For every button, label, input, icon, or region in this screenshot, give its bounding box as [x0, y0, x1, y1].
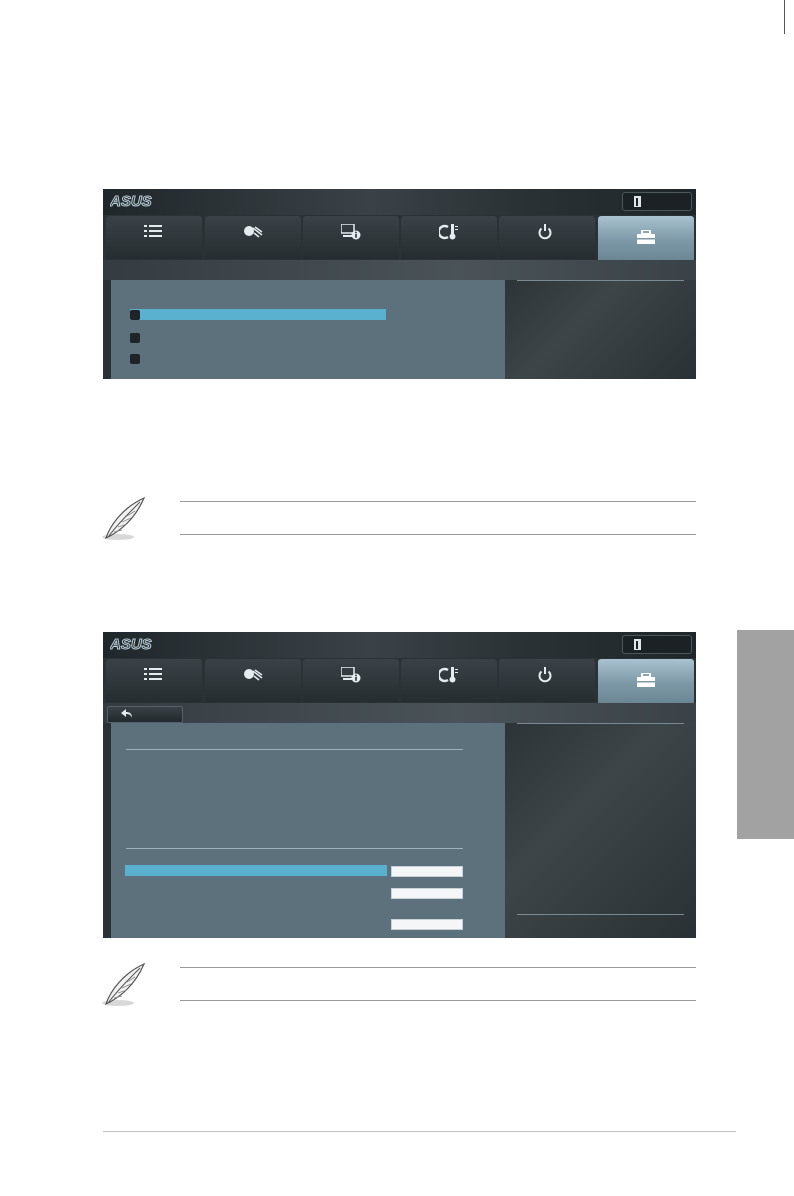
tab-boot[interactable]: [499, 659, 595, 702]
crop-mark: [784, 0, 785, 34]
bios-main-panel: [111, 280, 505, 379]
exit-button[interactable]: [622, 192, 692, 211]
exit-door-icon: [634, 196, 641, 207]
tab-tool[interactable]: [598, 216, 694, 261]
note-rule-bottom: [180, 534, 696, 535]
section-divider-1: [126, 749, 463, 750]
tab-main[interactable]: [106, 659, 202, 702]
tab-boot[interactable]: [499, 216, 595, 259]
asus-logo: ASUS: [110, 636, 152, 654]
list-icon: [144, 668, 162, 680]
tab-tool[interactable]: [598, 659, 694, 704]
quill-note-icon: [102, 496, 146, 540]
bios-sub-bar: [103, 703, 696, 723]
item-checkbox-3[interactable]: [130, 354, 140, 364]
power-icon: [538, 667, 552, 683]
system-info-icon: [341, 224, 361, 240]
bios-screenshot-1: ASUS: [103, 189, 696, 379]
chapter-side-tab: [737, 630, 794, 839]
help-divider: [517, 280, 684, 281]
selected-item-highlight[interactable]: [125, 865, 387, 876]
value-field-2[interactable]: [391, 888, 463, 899]
back-button[interactable]: [107, 706, 183, 723]
tab-monitor[interactable]: [401, 216, 497, 259]
section-divider-2: [126, 848, 463, 849]
footer-rule: [103, 1131, 736, 1132]
note-rule-top: [180, 501, 696, 502]
temperature-icon: [439, 667, 458, 683]
quill-note-icon: [102, 962, 146, 1006]
bios-main-panel: [111, 723, 505, 938]
help-divider-bottom: [517, 914, 684, 915]
cpu-icon: [244, 669, 263, 681]
item-checkbox-1[interactable]: [130, 310, 140, 320]
toolbox-icon: [637, 230, 655, 244]
tab-main[interactable]: [106, 216, 202, 259]
tab-advanced[interactable]: [303, 216, 399, 259]
back-arrow-icon: [121, 709, 132, 718]
tab-monitor[interactable]: [401, 659, 497, 702]
bios-tabs: [103, 659, 696, 704]
cpu-icon: [244, 226, 263, 238]
bios-sub-bar: [103, 260, 696, 280]
selected-item-highlight[interactable]: [130, 309, 386, 320]
bios-top-bar: ASUS: [103, 632, 696, 658]
bios-top-bar: ASUS: [103, 189, 696, 215]
bios-help-panel: [505, 723, 696, 938]
svg-text:ASUS: ASUS: [110, 193, 152, 210]
exit-button[interactable]: [622, 635, 692, 654]
bios-help-panel: [505, 280, 696, 379]
tab-ai-tweaker[interactable]: [205, 216, 301, 259]
value-field-1[interactable]: [391, 866, 463, 877]
note-rule-bottom: [180, 1000, 696, 1001]
tab-advanced[interactable]: [303, 659, 399, 702]
item-checkbox-2[interactable]: [130, 333, 140, 343]
power-icon: [538, 224, 552, 240]
list-icon: [144, 225, 162, 237]
toolbox-icon: [637, 673, 655, 687]
exit-door-icon: [634, 639, 641, 650]
bios-tabs: [103, 216, 696, 261]
system-info-icon: [341, 667, 361, 683]
value-field-3[interactable]: [391, 919, 463, 930]
tab-ai-tweaker[interactable]: [205, 659, 301, 702]
help-divider-top: [517, 723, 684, 724]
svg-text:ASUS: ASUS: [110, 636, 152, 653]
bios-screenshot-2: ASUS: [103, 632, 696, 938]
temperature-icon: [439, 224, 458, 240]
note-rule-top: [180, 967, 696, 968]
asus-logo: ASUS: [110, 193, 152, 211]
